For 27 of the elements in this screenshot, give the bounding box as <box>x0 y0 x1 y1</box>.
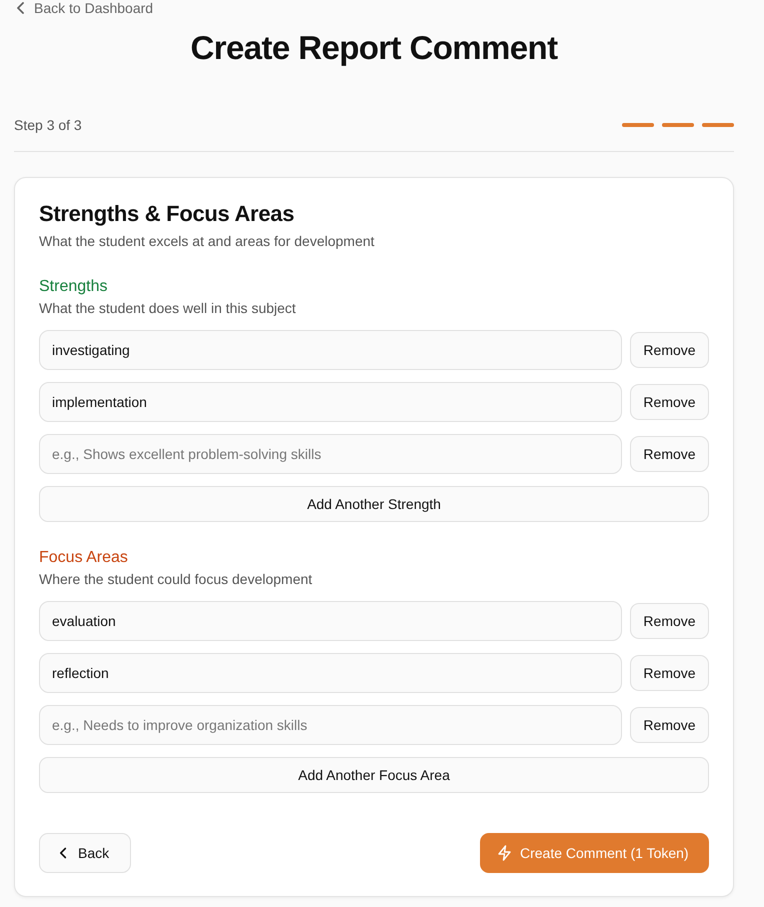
section-title: Focus Areas <box>39 548 129 568</box>
remove-button[interactable]: Remove <box>630 707 709 743</box>
remove-button[interactable]: Remove <box>630 603 709 639</box>
add-button[interactable]: Add Another Focus Area <box>39 757 709 793</box>
chevron-left-icon <box>59 847 68 859</box>
back-button[interactable]: Back <box>39 833 131 873</box>
entry-input[interactable]: reflection <box>39 653 622 693</box>
remove-button[interactable]: Remove <box>630 655 709 691</box>
section-subtitle: What the student does well in this subject <box>39 299 297 318</box>
page-title: Create Report Comment <box>190 28 559 68</box>
remove-button[interactable]: Remove <box>630 332 709 368</box>
chevron-left-icon <box>16 2 26 14</box>
entry-input[interactable]: e.g., Needs to improve organization skills <box>39 705 622 745</box>
entry-input[interactable]: e.g., Shows excellent problem-solving skills <box>39 434 622 474</box>
step-label: Step 3 of 3 <box>14 117 82 133</box>
entry-input[interactable]: investigating <box>39 330 622 370</box>
card-subtitle: What the student excels at and areas for development <box>39 232 376 251</box>
entry-input[interactable]: evaluation <box>39 601 622 641</box>
section-subtitle: Where the student could focus development <box>39 570 314 589</box>
remove-button[interactable]: Remove <box>630 436 709 472</box>
entry-input[interactable]: implementation <box>39 382 622 422</box>
remove-button[interactable]: Remove <box>630 384 709 420</box>
card-title: Strengths & Focus Areas <box>39 200 296 228</box>
section-title: Strengths <box>39 277 108 297</box>
back-to-dashboard-link[interactable]: Back to Dashboard <box>16 0 154 16</box>
lightning-icon <box>497 845 512 861</box>
add-button[interactable]: Add Another Strength <box>39 486 709 522</box>
